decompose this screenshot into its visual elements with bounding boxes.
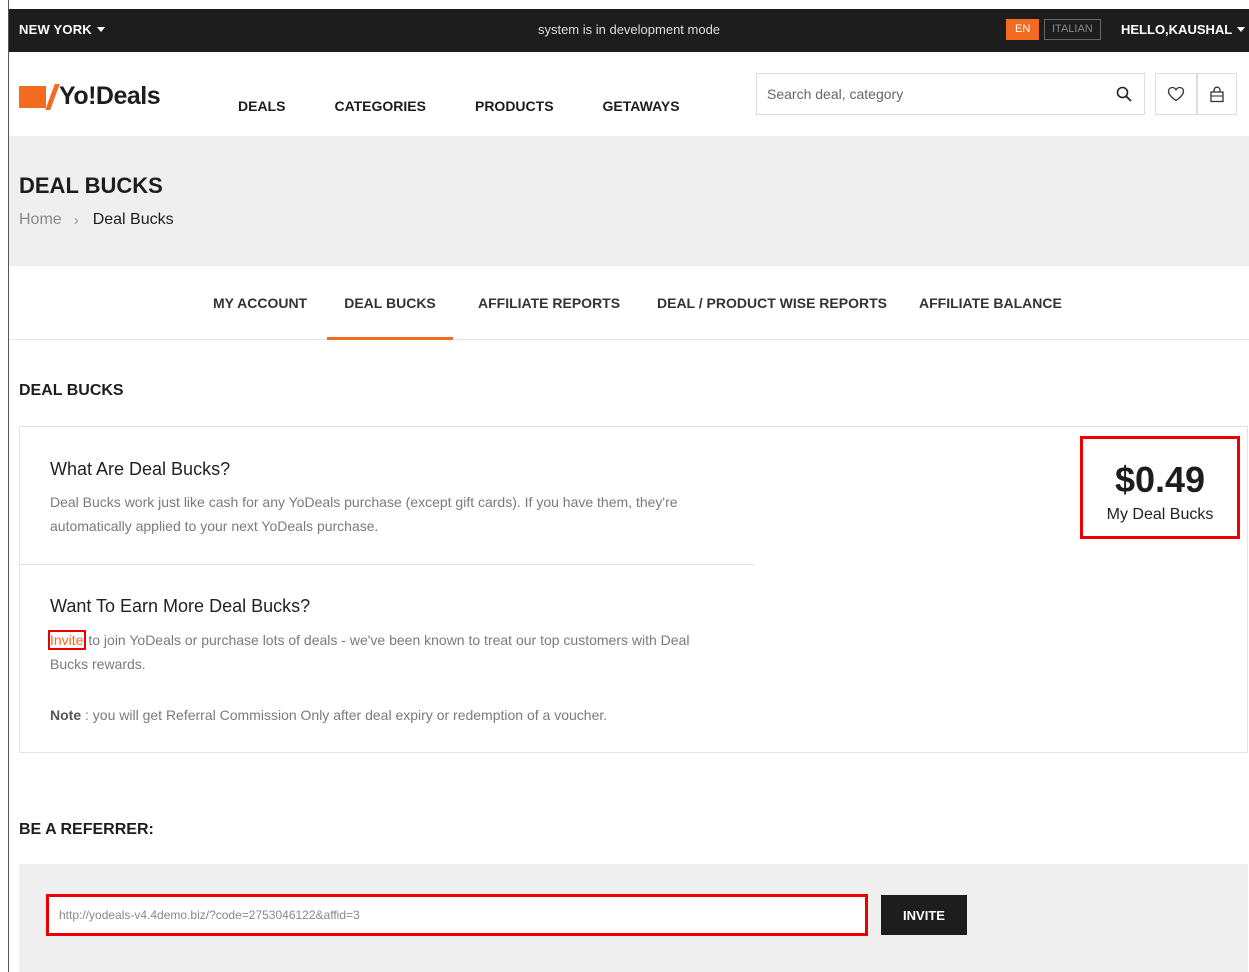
search-box <box>756 73 1145 115</box>
site-header: Yo!Deals DEALS CATEGORIES PRODUCTS GETAW… <box>9 52 1249 136</box>
user-menu[interactable]: HELLO,KAUSHAL <box>1121 22 1246 37</box>
what-text: Deal Bucks work just like cash for any Y… <box>50 494 678 534</box>
tab-affiliate-balance[interactable]: AFFILIATE BALANCE <box>919 266 1062 340</box>
page-header: DEAL BUCKS Home › Deal Bucks <box>9 136 1249 266</box>
chevron-right-icon: › <box>73 211 79 229</box>
page: NEW YORK system is in development mode E… <box>9 9 1249 972</box>
invite-button[interactable]: INVITE <box>881 895 967 935</box>
nav-getaways[interactable]: GETAWAYS <box>603 98 680 114</box>
nav-categories[interactable]: CATEGORIES <box>334 98 426 114</box>
account-tabs: MY ACCOUNT DEAL BUCKS AFFILIATE REPORTS … <box>9 266 1249 340</box>
tab-deal-bucks[interactable]: DEAL BUCKS <box>327 266 453 340</box>
logo-slash <box>45 83 60 110</box>
breadcrumb-current: Deal Bucks <box>92 211 174 228</box>
deal-bucks-card: What Are Deal Bucks? Deal Bucks work jus… <box>19 426 1248 753</box>
note-block: Note : you will get Referral Commission … <box>50 703 810 727</box>
cart-button[interactable] <box>1197 73 1237 115</box>
note-text: : you will get Referral Commission Only … <box>81 707 608 723</box>
breadcrumb-home[interactable]: Home <box>19 211 62 229</box>
section-title: DEAL BUCKS <box>19 382 124 399</box>
earn-text-block: Invite to join YoDeals or purchase lots … <box>47 628 730 676</box>
main-nav: DEALS CATEGORIES PRODUCTS GETAWAYS <box>238 98 729 114</box>
deal-bucks-balance: $0.49 My Deal Bucks <box>1080 436 1240 539</box>
referral-url-input[interactable] <box>46 894 868 936</box>
note-label: Note <box>50 707 82 723</box>
logo-mark <box>19 85 46 108</box>
invite-link[interactable]: Invite <box>47 630 87 650</box>
balance-amount: $0.49 <box>1114 459 1206 500</box>
window-edge <box>0 0 9 972</box>
divider <box>20 564 755 565</box>
shopping-bag-icon <box>1210 86 1224 102</box>
what-title: What Are Deal Bucks? <box>50 459 231 479</box>
balance-label: My Deal Bucks <box>1106 506 1214 523</box>
user-greeting: HELLO,KAUSHAL <box>1121 22 1233 37</box>
tab-deal-product-wise-reports[interactable]: DEAL / PRODUCT WISE REPORTS <box>657 266 887 340</box>
logo-text: Yo!Deals <box>59 82 161 110</box>
earn-title: Want To Earn More Deal Bucks? <box>50 596 311 616</box>
heart-icon <box>1167 86 1185 102</box>
referrer-title: BE A REFERRER: <box>19 821 154 838</box>
wishlist-button[interactable] <box>1155 73 1197 115</box>
earn-text: to join YoDeals or purchase lots of deal… <box>50 632 690 672</box>
chevron-down-icon <box>1237 27 1246 32</box>
logo[interactable]: Yo!Deals <box>19 82 161 111</box>
referrer-panel: INVITE <box>19 864 1248 972</box>
search-input[interactable] <box>767 74 1087 114</box>
language-italian-button[interactable]: ITALIAN <box>1044 19 1101 40</box>
top-bar: NEW YORK system is in development mode E… <box>9 9 1249 52</box>
tab-my-account[interactable]: MY ACCOUNT <box>213 266 307 340</box>
nav-deals[interactable]: DEALS <box>238 98 285 114</box>
breadcrumb: Home › Deal Bucks <box>19 211 174 229</box>
page-title: DEAL BUCKS <box>19 173 163 198</box>
nav-products[interactable]: PRODUCTS <box>475 98 554 114</box>
search-icon[interactable] <box>1116 86 1132 102</box>
language-en-button[interactable]: EN <box>1006 19 1040 40</box>
tab-affiliate-reports[interactable]: AFFILIATE REPORTS <box>478 266 620 340</box>
